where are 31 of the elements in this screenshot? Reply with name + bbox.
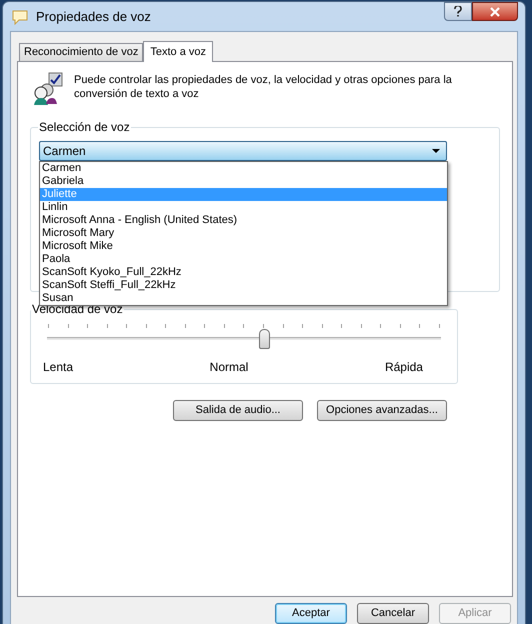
window-title: Propiedades de voz bbox=[36, 8, 151, 26]
dialog-button[interactable]: Opciones avanzadas... bbox=[317, 400, 447, 421]
voice-dropdown[interactable]: Carmen bbox=[39, 141, 447, 161]
slider-thumb[interactable] bbox=[258, 329, 270, 349]
close-icon bbox=[489, 6, 501, 16]
group-title: Selección de voz bbox=[38, 119, 131, 136]
users-checkbox-icon bbox=[32, 72, 64, 106]
dropdown-option[interactable]: ScanSoft Kyoko_Full_22kHz bbox=[40, 266, 447, 279]
dropdown-option[interactable]: Linlin bbox=[40, 201, 447, 214]
tab[interactable]: Texto a voz bbox=[143, 41, 213, 62]
dialog-button[interactable]: Cancelar bbox=[357, 603, 429, 624]
dropdown-option[interactable]: Microsoft Mary bbox=[40, 227, 447, 240]
speed-label: Normal bbox=[210, 359, 248, 376]
dropdown-option[interactable]: Microsoft Mike bbox=[40, 240, 447, 253]
description-text: Puede controlar las propiedades de voz, la velocidad y otras opciones para la conversión de texto a voz bbox=[74, 73, 453, 102]
speech-bubble-icon bbox=[11, 8, 29, 24]
tab[interactable]: Reconocimiento de voz bbox=[19, 43, 144, 61]
dialog-button[interactable]: Salida de audio... bbox=[173, 400, 303, 421]
dropdown-option[interactable]: Gabriela bbox=[40, 175, 447, 188]
dropdown-option[interactable]: Paola bbox=[40, 253, 447, 266]
speed-label: Lenta bbox=[43, 359, 74, 376]
dropdown-value: Carmen bbox=[43, 143, 86, 160]
dropdown-option[interactable]: ScanSoft Steffi_Full_22kHz bbox=[40, 279, 447, 292]
dropdown-option[interactable]: Carmen bbox=[40, 162, 447, 175]
close-button[interactable] bbox=[472, 2, 518, 21]
help-icon bbox=[454, 6, 462, 17]
dropdown-option[interactable]: Microsoft Anna - English (United States) bbox=[40, 214, 447, 227]
help-button[interactable] bbox=[444, 2, 472, 21]
caret-icon bbox=[432, 149, 440, 153]
speed-label: Rápida bbox=[384, 359, 423, 376]
dialog-button[interactable]: Aceptar bbox=[275, 603, 347, 624]
